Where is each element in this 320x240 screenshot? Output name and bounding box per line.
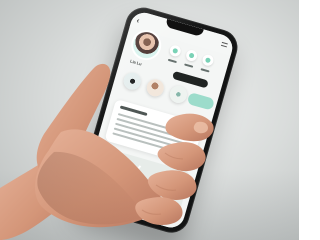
photo-scene: ‹ Lia Lu bbox=[0, 0, 299, 240]
finger-middle bbox=[157, 142, 206, 172]
finger-bottom bbox=[135, 197, 183, 225]
holding-hand bbox=[0, 63, 214, 240]
